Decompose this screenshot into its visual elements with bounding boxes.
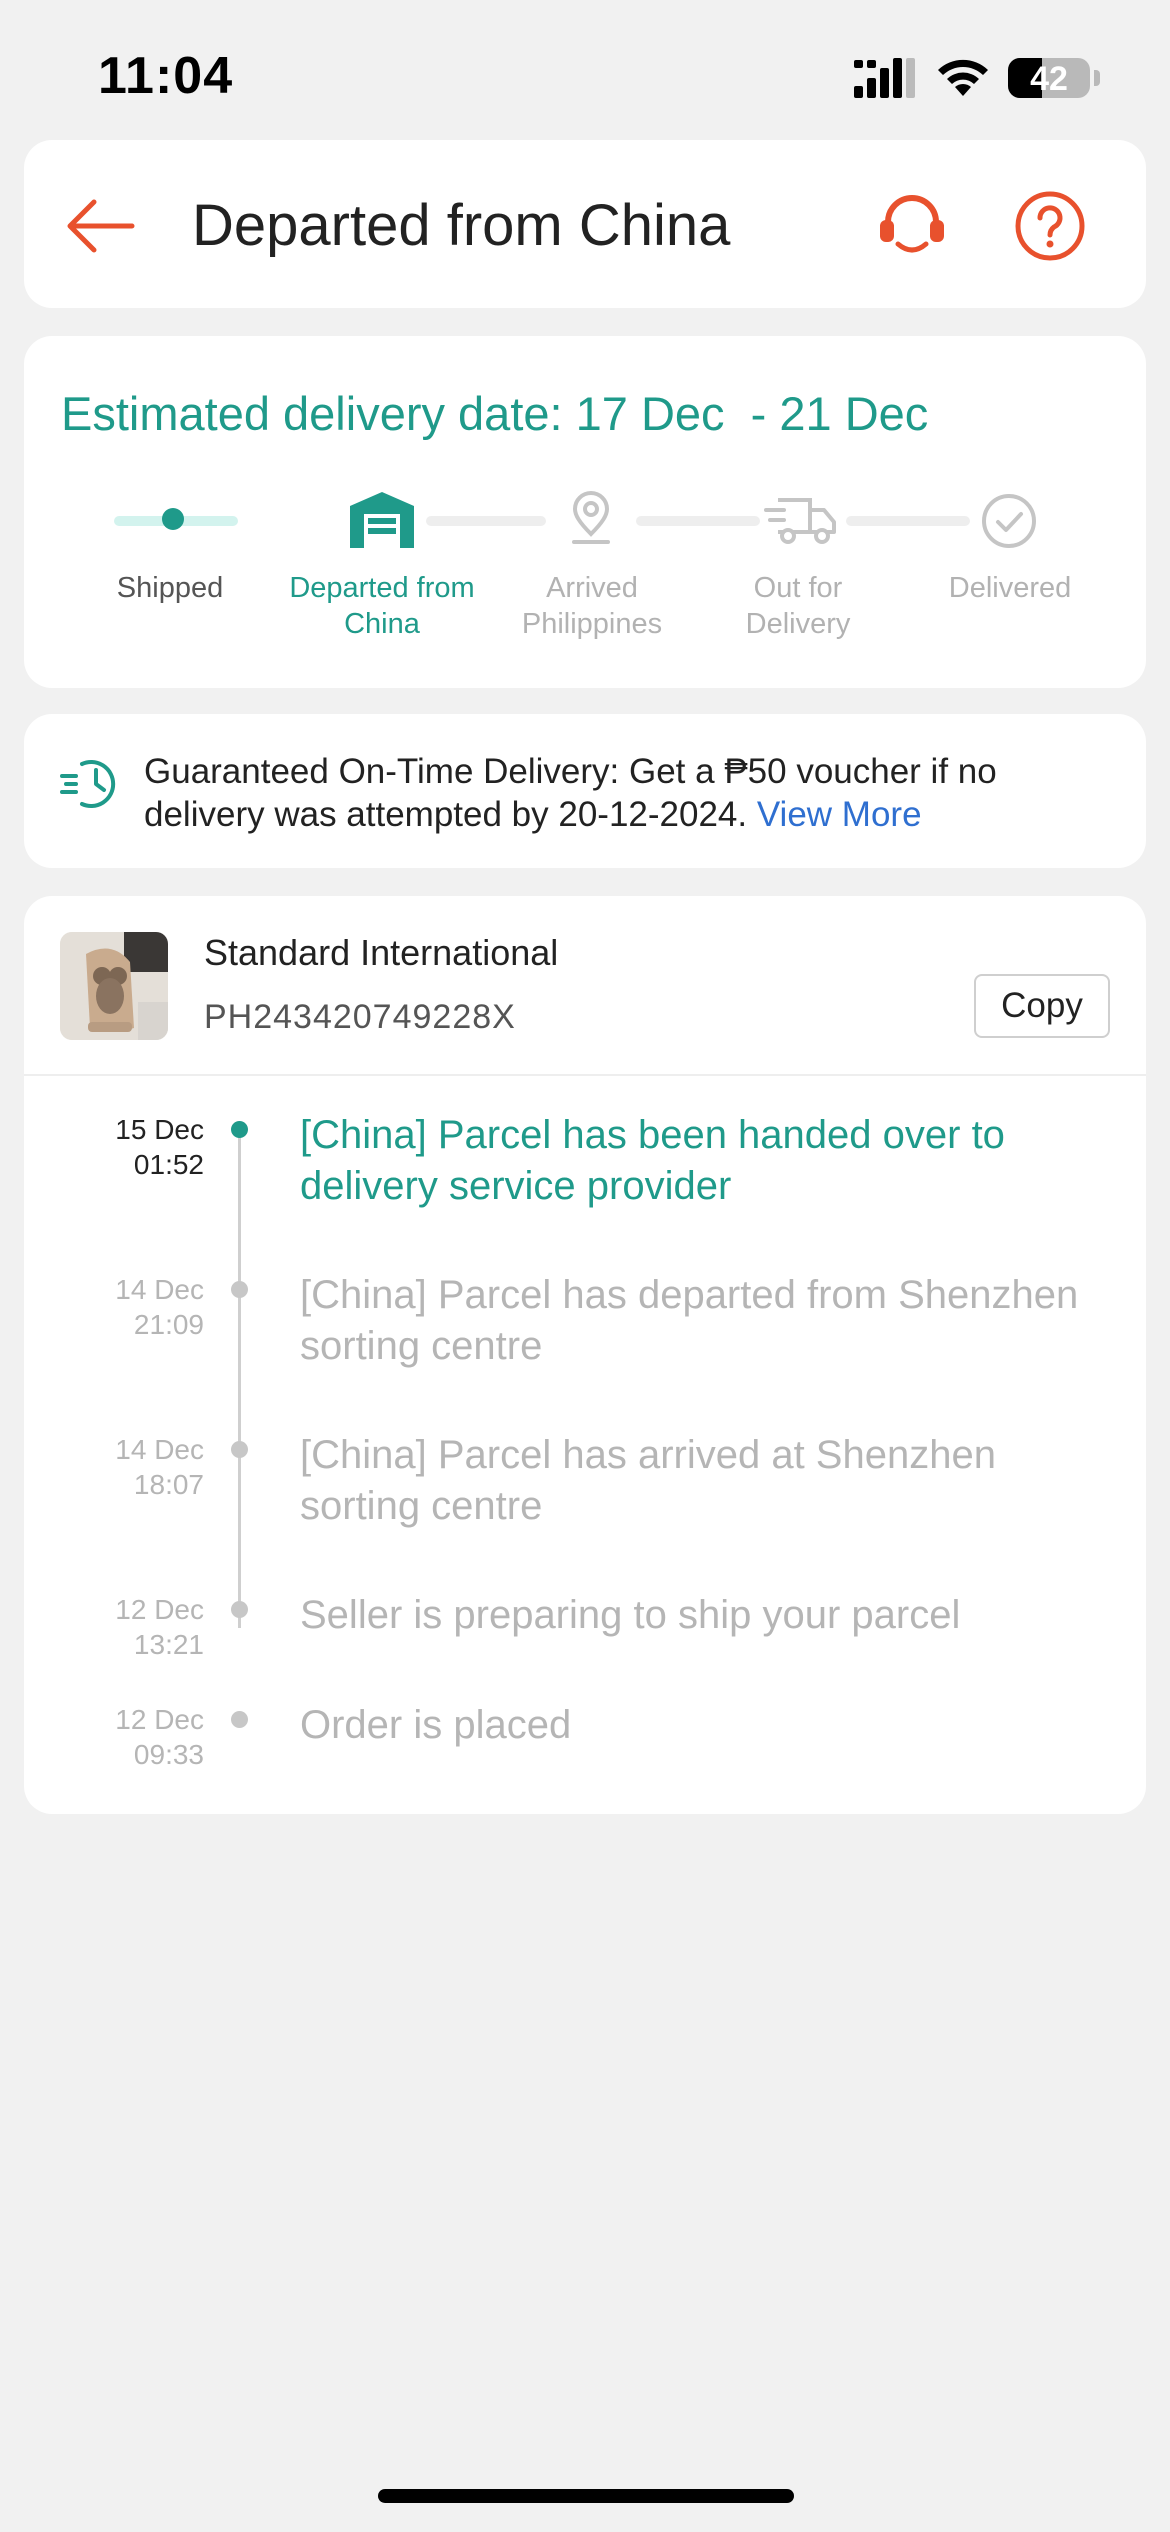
event-date: 12 Dec	[115, 1594, 204, 1625]
delivery-status-card: Estimated delivery date: 17 Dec - 21 Dec…	[24, 336, 1146, 688]
event-date: 14 Dec	[115, 1434, 204, 1465]
carrier-name: Standard International	[204, 932, 559, 973]
timeline-dot	[231, 1441, 248, 1458]
battery-icon: 42	[1008, 58, 1090, 98]
tracking-details-card: Standard International PH243420749228X C…	[24, 896, 1146, 1814]
timeline-dot	[231, 1601, 248, 1618]
step-shipped-label: Shipped	[116, 572, 224, 604]
step-delivered-label: Delivered	[948, 572, 1072, 604]
estimated-delivery-date: Estimated delivery date: 17 Dec - 21 Dec	[61, 387, 929, 440]
event-description: [China] Parcel has arrived at Shenzhen s…	[300, 1433, 996, 1528]
event-description: [China] Parcel has departed from Shenzhe…	[300, 1273, 1079, 1368]
fast-clock-icon	[60, 760, 116, 808]
tracking-number: PH243420749228X	[204, 998, 516, 1036]
event-date: 12 Dec	[115, 1704, 204, 1735]
progress-segment	[846, 516, 970, 526]
event-date: 14 Dec	[115, 1274, 204, 1305]
event-timestamp: 12 Dec 13:21	[64, 1592, 204, 1662]
battery-level: 42	[1030, 60, 1068, 98]
event-timestamp: 15 Dec 01:52	[64, 1112, 204, 1182]
on-time-guarantee-banner: Guaranteed On-Time Delivery: Get a ₱50 v…	[24, 714, 1146, 868]
timeline-dot	[231, 1711, 248, 1728]
timeline-dot	[231, 1281, 248, 1298]
event-timestamp: 12 Dec 09:33	[64, 1702, 204, 1772]
event-time: 13:21	[133, 1629, 204, 1660]
divider	[24, 1074, 1146, 1076]
wifi-icon	[938, 59, 988, 96]
event-description: [China] Parcel has been handed over to d…	[300, 1113, 1005, 1208]
step-arrived-label: Arrived Philippines	[521, 572, 663, 640]
check-circle-icon	[982, 494, 1036, 548]
guarantee-message: Guaranteed On-Time Delivery: Get a ₱50 v…	[144, 750, 1124, 836]
event-time: 18:07	[133, 1469, 204, 1500]
warehouse-icon	[350, 492, 414, 548]
event-time: 01:52	[133, 1149, 204, 1180]
location-pin-icon	[572, 491, 610, 544]
event-timestamp: 14 Dec 21:09	[64, 1272, 204, 1342]
event-description: Order is placed	[300, 1703, 572, 1747]
battery-tip	[1094, 70, 1100, 86]
product-thumbnail	[60, 932, 168, 1040]
timeline-dot-active	[231, 1121, 248, 1138]
signal-icon	[854, 58, 915, 98]
progress-segment	[636, 516, 760, 526]
truck-icon	[764, 498, 836, 544]
dot-icon	[162, 508, 184, 530]
header-bar: Departed from China	[24, 140, 1146, 308]
headset-icon[interactable]	[874, 190, 950, 266]
product-image	[60, 932, 168, 1040]
copy-tracking-button[interactable]: Copy	[974, 974, 1110, 1038]
home-indicator	[378, 2489, 794, 2503]
page-title: Departed from China	[192, 193, 731, 258]
step-departed-label: Departed from China	[289, 572, 475, 640]
event-date: 15 Dec	[115, 1114, 204, 1145]
event-description: Seller is preparing to ship your parcel	[300, 1593, 961, 1637]
back-arrow-icon[interactable]	[60, 186, 140, 266]
question-icon[interactable]	[1014, 190, 1086, 262]
status-time: 11:04	[98, 47, 234, 105]
progress-segment	[426, 516, 546, 526]
event-time: 21:09	[133, 1309, 204, 1340]
event-timestamp: 14 Dec 18:07	[64, 1432, 204, 1502]
timeline-line	[238, 1132, 241, 1628]
view-more-link[interactable]: View More	[757, 795, 922, 834]
status-bar: 11:04 42	[0, 0, 1170, 140]
step-out-for-delivery-label: Out for Delivery	[745, 572, 851, 640]
event-time: 09:33	[133, 1739, 204, 1770]
